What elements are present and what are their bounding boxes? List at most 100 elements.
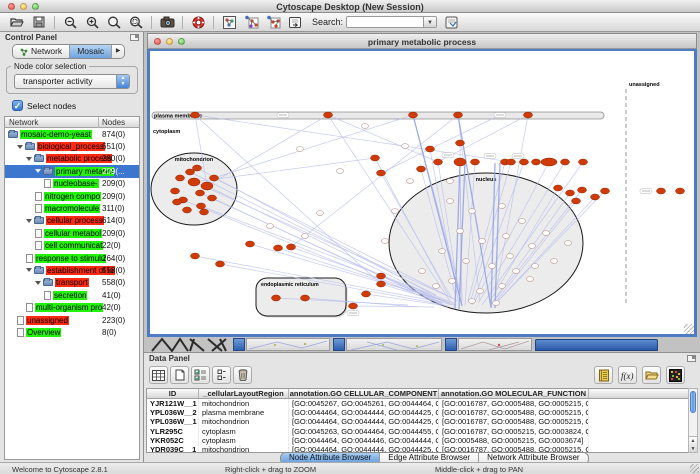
node-color-attribute-select[interactable]: transporter activity ▲▼: [14, 74, 130, 89]
gene-node-small[interactable]: [513, 269, 520, 274]
gene-node[interactable]: [176, 175, 185, 181]
gene-node[interactable]: [377, 170, 386, 176]
background-window-strip[interactable]: [458, 338, 532, 351]
tab-overflow-button[interactable]: ▶: [112, 45, 124, 58]
gene-node[interactable]: [434, 159, 443, 165]
delete-attributes-button[interactable]: [191, 366, 210, 384]
float-panel-icon[interactable]: [130, 34, 139, 41]
gene-node-small[interactable]: [469, 299, 476, 304]
gene-node[interactable]: [524, 112, 533, 118]
gene-node[interactable]: [272, 295, 281, 301]
tree-row-nucleobase[interactable]: nucleobase-209(0): [5, 178, 139, 190]
snapshot-button[interactable]: [157, 14, 177, 30]
search-dropdown-button[interactable]: ▼: [424, 16, 437, 28]
window-resize-grip[interactable]: [684, 324, 694, 334]
gene-node[interactable]: [591, 194, 600, 200]
expand-arrow-icon[interactable]: [26, 157, 32, 161]
gene-node[interactable]: [426, 146, 435, 152]
gene-node-small[interactable]: [543, 231, 550, 236]
gene-node-small[interactable]: [447, 199, 454, 204]
tree-row-cellular-process[interactable]: cellular process614(0): [5, 215, 139, 227]
gene-node[interactable]: [454, 158, 466, 166]
table-column-id[interactable]: ID: [147, 389, 199, 398]
gene-node[interactable]: [676, 188, 685, 194]
table-row-ylr295c[interactable]: YLR295Ccytoplasm[GO:0045263, GO:0044464,…: [147, 427, 689, 436]
gene-node[interactable]: [507, 159, 516, 165]
tab-mosaic[interactable]: Mosaic: [70, 45, 112, 58]
tree-row-unassigned[interactable]: unassigned223(0): [5, 314, 139, 326]
gene-node[interactable]: [572, 198, 581, 204]
zoom-fit-button[interactable]: [104, 14, 124, 30]
gene-node-small[interactable]: [507, 254, 514, 259]
gene-node[interactable]: [377, 281, 386, 287]
gene-node[interactable]: [191, 112, 200, 118]
gene-node-small[interactable]: [532, 264, 539, 269]
region-plasma-membrane[interactable]: [152, 112, 604, 119]
gene-node-small[interactable]: [297, 147, 304, 152]
heatmap-view-button[interactable]: [666, 366, 685, 384]
gene-node[interactable]: [371, 155, 380, 161]
gene-node[interactable]: [554, 185, 563, 191]
gene-node[interactable]: [171, 188, 180, 194]
gene-node[interactable]: [471, 159, 480, 165]
expand-arrow-icon[interactable]: [26, 268, 32, 272]
gene-node[interactable]: [201, 182, 213, 190]
gene-node-small[interactable]: [447, 179, 454, 184]
import-attributes-button[interactable]: [642, 366, 661, 384]
gene-node[interactable]: [287, 244, 296, 250]
gene-node-small[interactable]: [337, 169, 344, 174]
delete-row-button[interactable]: [233, 366, 252, 384]
gene-node[interactable]: [417, 166, 426, 172]
table-column-cellularlayoutregion[interactable]: _cellularLayoutRegion: [199, 389, 289, 398]
zoom-out-button[interactable]: [60, 14, 80, 30]
gene-node[interactable]: [601, 188, 610, 194]
open-session-button[interactable]: [7, 14, 27, 30]
zoom-selected-button[interactable]: [126, 14, 146, 30]
gene-node[interactable]: [454, 112, 463, 118]
gene-node[interactable]: [456, 140, 465, 146]
gene-node[interactable]: [274, 245, 283, 251]
tree-row-metabolic-process[interactable]: metabolic process280(0): [5, 153, 139, 165]
table-vertical-scrollbar[interactable]: ▲▼: [688, 388, 698, 453]
gene-node-small[interactable]: [449, 279, 456, 284]
tree-row-primary-metabol[interactable]: primary metabol209(...: [5, 165, 139, 177]
tree-row-nitrogen-compo[interactable]: nitrogen compo209(0): [5, 190, 139, 202]
gene-node[interactable]: [541, 158, 557, 166]
gene-node-small[interactable]: [499, 204, 506, 209]
search-input[interactable]: [346, 16, 424, 28]
gene-node-small[interactable]: [267, 224, 274, 229]
gene-node[interactable]: [578, 187, 587, 193]
gene-node[interactable]: [216, 261, 225, 267]
gene-node[interactable]: [377, 273, 386, 279]
float-data-panel-icon[interactable]: [687, 355, 696, 362]
scrollbar-thumb[interactable]: [690, 391, 696, 413]
expand-arrow-icon[interactable]: [17, 145, 23, 149]
gene-node-small[interactable]: [402, 144, 409, 149]
select-nodes-checkbox[interactable]: ✓: [12, 100, 23, 111]
gene-node[interactable]: [210, 175, 219, 181]
table-row-ykr052c[interactable]: YKR052Ccytoplasm[GO:0044464, GO:0044446,…: [147, 436, 689, 445]
tree-row-secretion[interactable]: secretion41(0): [5, 289, 139, 301]
attribute-editor-button[interactable]: [594, 366, 613, 384]
gene-node[interactable]: [191, 253, 200, 259]
gene-node-small[interactable]: [499, 284, 506, 289]
gene-node-small[interactable]: [362, 124, 369, 129]
tree-row-transport[interactable]: transport558(0): [5, 277, 139, 289]
gene-node-small[interactable]: [457, 229, 464, 234]
gene-node-small[interactable]: [477, 289, 484, 294]
gene-node[interactable]: [532, 159, 541, 165]
expand-arrow-icon[interactable]: [26, 219, 32, 223]
background-window-titlebar[interactable]: [445, 338, 457, 351]
table-column-annotation-go-molecular-function[interactable]: annotation.GO MOLECULAR_FUNCTION: [439, 389, 589, 398]
gene-node-small[interactable]: [317, 211, 324, 216]
gene-node-small[interactable]: [433, 284, 440, 289]
table-row-yjr121w-1[interactable]: YJR121W__1mitochondrion[GO:0045267, GO:0…: [147, 399, 689, 408]
gene-node[interactable]: [208, 195, 217, 201]
background-window-titlebar[interactable]: [333, 338, 345, 351]
gene-node[interactable]: [566, 190, 575, 196]
gene-node[interactable]: [197, 203, 206, 209]
gene-node-small[interactable]: [392, 209, 399, 214]
gene-node[interactable]: [561, 159, 570, 165]
background-window-strip[interactable]: [346, 338, 442, 351]
gene-node[interactable]: [183, 207, 192, 213]
